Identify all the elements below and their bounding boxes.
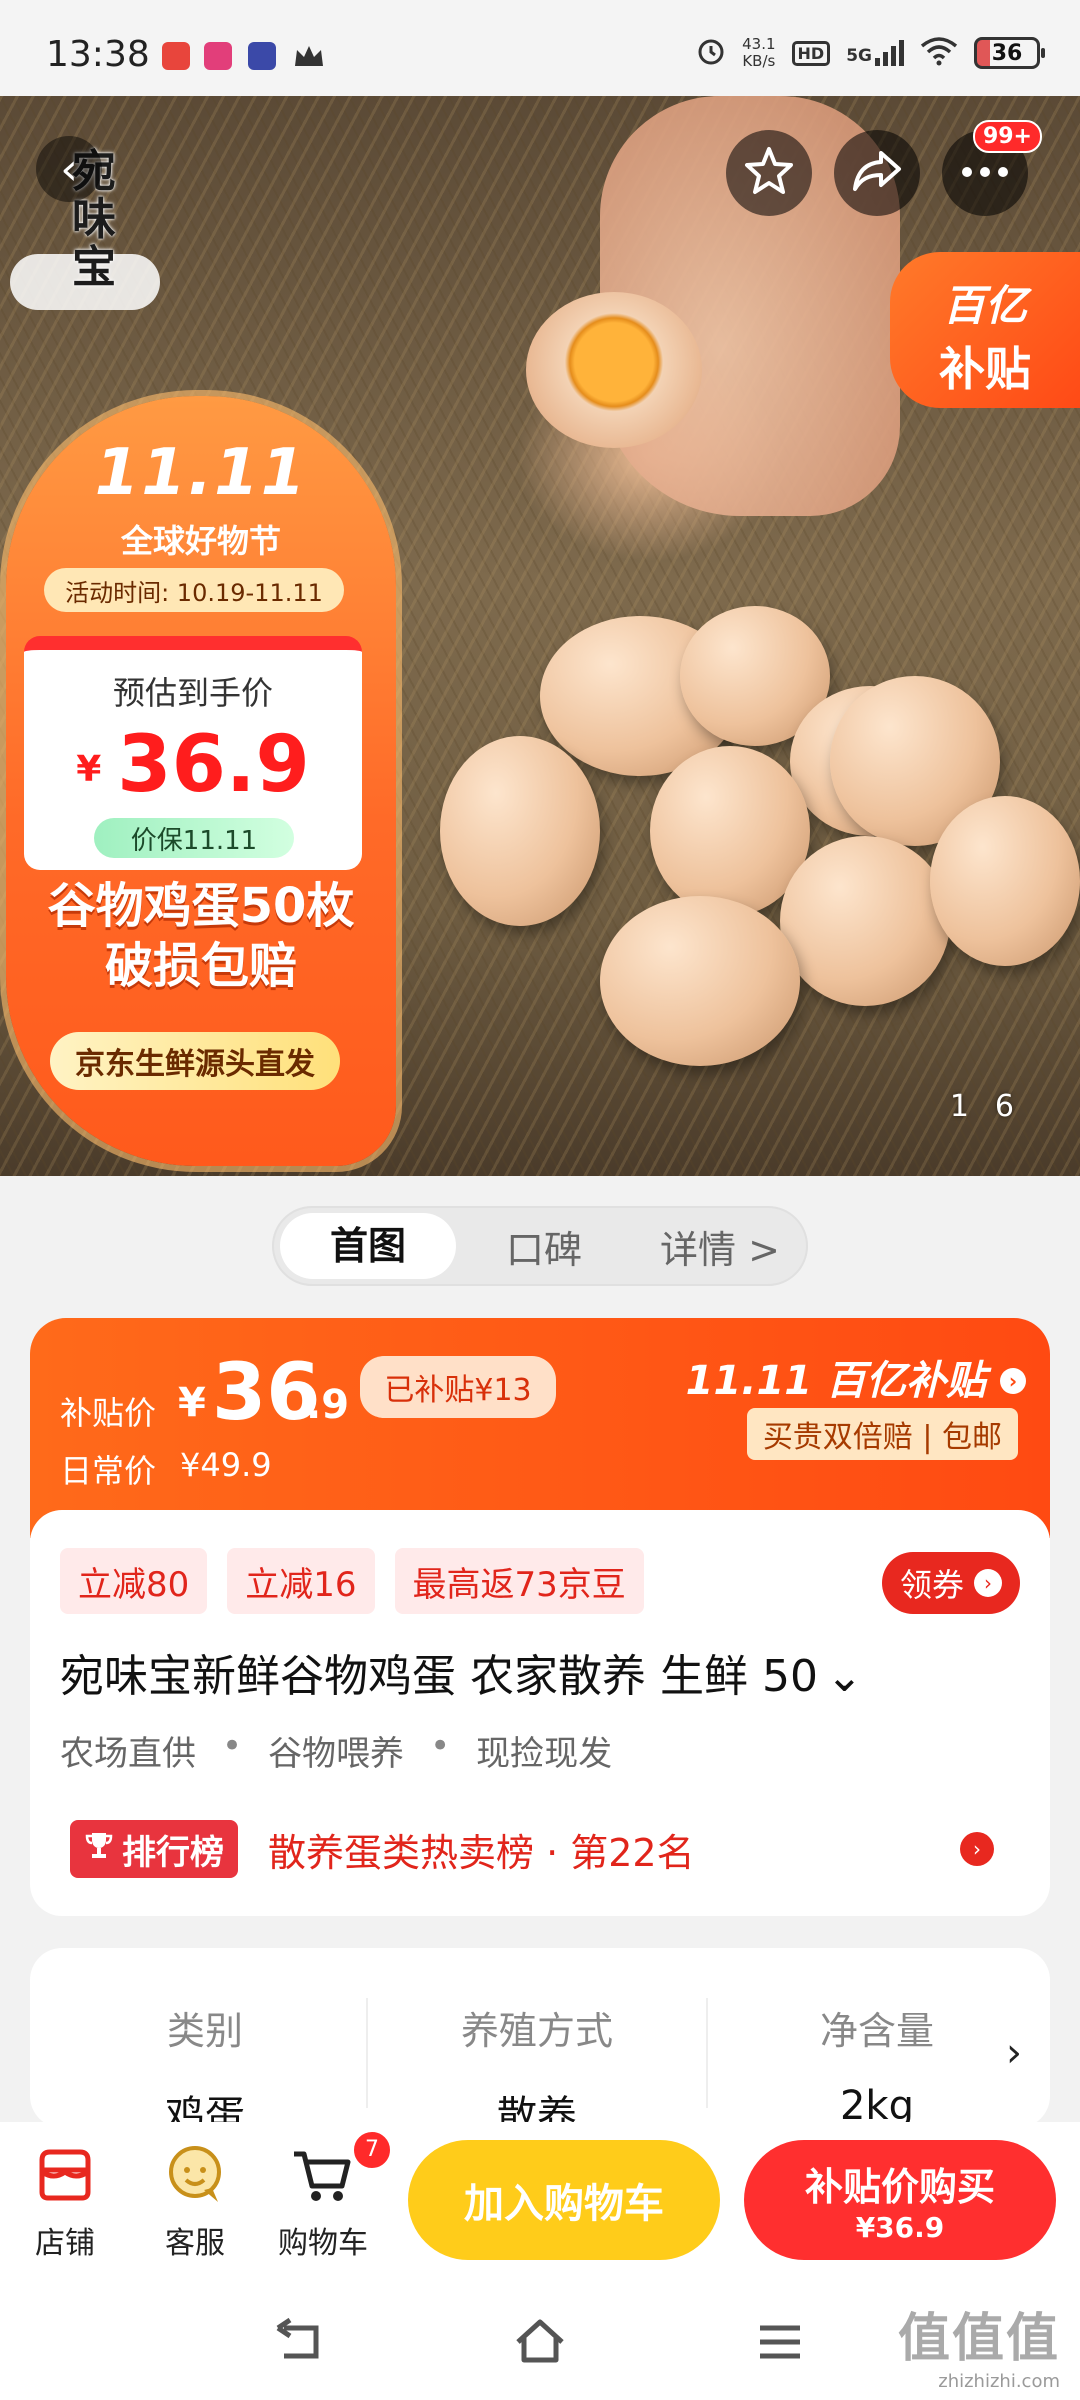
alarm-icon xyxy=(696,36,726,70)
chevron-right-icon: › xyxy=(974,1569,1002,1597)
store-icon xyxy=(30,2140,100,2210)
spec-item: 养殖方式 散养 xyxy=(460,2009,613,2139)
back-button[interactable]: ‹ xyxy=(36,136,102,202)
customer-service-button[interactable]: 客服 xyxy=(140,2140,250,2262)
status-time: 13:38 xyxy=(46,34,150,75)
cart-count-badge: 7 xyxy=(352,2130,392,2170)
spec-item: 净含量 2kg xyxy=(819,2009,934,2129)
discount-chip[interactable]: 最高返73京豆 xyxy=(394,1548,644,1614)
feature-item: 现捡现发 xyxy=(476,1734,613,1774)
nav-menu-icon[interactable] xyxy=(750,2312,810,2372)
product-image-carousel[interactable]: 宛味宝 ‹ 99+ 百亿 补贴 11.11 全球好物节 活动时间: 10.19-… xyxy=(0,96,1080,1176)
activity-date: 活动时间: 10.19-11.11 xyxy=(44,568,344,612)
feature-list: 农场直供 • 谷物喂养 • 现捡现发 xyxy=(60,1726,613,1774)
discount-chip[interactable]: 立减16 xyxy=(227,1548,375,1614)
promo-source: 京东生鲜源头直发 xyxy=(50,1032,340,1090)
bottom-action-bar: 店铺 客服 7 购物车 加入购物车 补贴价购买 ¥36.9 xyxy=(0,2122,1080,2282)
egg-image xyxy=(780,836,950,1006)
system-navigation-bar: 值值值 zhizhizhi.com xyxy=(0,2282,1080,2400)
get-coupon-button[interactable]: 领券 › xyxy=(881,1552,1020,1614)
image-pager: 16 xyxy=(949,1089,1040,1124)
favorite-button[interactable] xyxy=(726,130,812,216)
tab-main-image[interactable]: 首图 xyxy=(280,1213,456,1279)
ranking-badge: 排行榜 xyxy=(70,1820,238,1878)
chevron-down-icon: ⌄ xyxy=(825,1651,863,1702)
subsidy-price-label: 补贴价 xyxy=(60,1394,157,1432)
cart-icon: 7 xyxy=(288,2130,392,2210)
buy-now-button[interactable]: 补贴价购买 ¥36.9 xyxy=(744,2140,1056,2260)
feature-item: 农场直供 xyxy=(60,1734,196,1774)
guarantee-tag: 买贵双倍赔 | 包邮 xyxy=(746,1408,1018,1460)
daily-price: ¥49.9 xyxy=(180,1446,272,1484)
promo-overlay: 11.11 全球好物节 活动时间: 10.19-11.11 预估到手价 ¥36.… xyxy=(6,396,396,1166)
battery-indicator: 36 xyxy=(974,37,1045,69)
share-button[interactable] xyxy=(834,130,920,216)
ranking-row[interactable]: 排行榜 散养蛋类热卖榜 · 第22名 xyxy=(70,1820,695,1878)
festival-name: 全球好物节 xyxy=(120,522,281,560)
ranking-text: 散养蛋类热卖榜 · 第22名 xyxy=(268,1830,695,1875)
more-button[interactable]: 99+ xyxy=(942,120,1042,216)
product-title[interactable]: 宛味宝新鲜谷物鸡蛋 农家散养 生鲜 50 ⌄ xyxy=(60,1640,1020,1704)
chevron-right-icon[interactable]: › xyxy=(960,1832,994,1866)
subsidy-price: 36 xyxy=(212,1348,321,1438)
subsidized-amount-tag: 已补贴¥13 xyxy=(360,1356,556,1418)
chevron-right-icon[interactable]: › xyxy=(1006,2030,1022,2076)
notification-app-icon xyxy=(162,42,190,70)
customer-service-icon xyxy=(160,2140,230,2210)
chevron-right-icon: › xyxy=(1000,1368,1026,1394)
estimated-price-card: 预估到手价 ¥36.9 价保11.11 xyxy=(24,636,362,870)
crown-icon xyxy=(292,42,326,70)
status-bar: 13:38 43.1 KB/s HD 5G 36 xyxy=(0,0,1080,96)
product-info-card: 立减80 立减16 最高返73京豆 领券 › 宛味宝新鲜谷物鸡蛋 农家散养 生鲜… xyxy=(30,1510,1050,1916)
share-icon xyxy=(851,145,903,201)
subsidy-price-banner: 补贴价 ¥ 36 .9 已补贴¥13 日常价 ¥49.9 11.11 百亿补贴 … xyxy=(30,1318,1050,1538)
notification-app-icon xyxy=(204,42,232,70)
double-eleven-logo: 11.11 xyxy=(94,436,308,510)
store-button[interactable]: 店铺 xyxy=(10,2140,120,2262)
wifi-icon xyxy=(920,36,958,70)
message-badge: 99+ xyxy=(972,120,1042,153)
subsidy-program-link[interactable]: 11.11 百亿补贴 › xyxy=(686,1348,1026,1406)
egg-image xyxy=(930,796,1080,966)
nav-home-icon[interactable] xyxy=(510,2312,570,2372)
tab-reviews[interactable]: 口碑 xyxy=(456,1219,632,1274)
cracked-egg-image xyxy=(526,292,702,448)
spec-card[interactable]: 类别 鸡蛋 养殖方式 散养 净含量 2kg › xyxy=(30,1948,1050,2139)
egg-image xyxy=(440,736,600,926)
promo-headline: 谷物鸡蛋50枚 破损包赔 xyxy=(47,878,355,994)
watermark: 值值值 zhizhizhi.com xyxy=(897,2309,1060,2392)
egg-image xyxy=(600,896,800,1066)
subsidy-corner-badge: 百亿 补贴 xyxy=(890,252,1080,408)
nav-back-icon[interactable] xyxy=(270,2312,330,2372)
daily-price-label: 日常价 xyxy=(60,1452,157,1490)
tab-details[interactable]: 详情 > xyxy=(632,1219,808,1274)
discount-chip[interactable]: 立减80 xyxy=(60,1548,208,1614)
back-icon: ‹ xyxy=(60,143,78,195)
hd-indicator: HD xyxy=(791,40,831,66)
section-tabs: 首图 口碑 详情 > xyxy=(272,1206,808,1286)
cart-button[interactable]: 7 购物车 xyxy=(268,2130,392,2262)
discount-chips: 立减80 立减16 最高返73京豆 xyxy=(60,1548,644,1614)
price-guard-tag: 价保11.11 xyxy=(94,818,294,858)
network-speed: 43.1 KB/s xyxy=(742,35,776,70)
notification-app-icon xyxy=(248,42,276,70)
trophy-icon xyxy=(84,1829,114,1869)
more-icon xyxy=(959,164,1011,183)
add-to-cart-button[interactable]: 加入购物车 xyxy=(408,2140,720,2260)
star-icon xyxy=(743,145,795,201)
feature-item: 谷物喂养 xyxy=(268,1734,405,1774)
spec-item: 类别 鸡蛋 xyxy=(165,2009,245,2139)
signal-icon: 5G xyxy=(846,40,904,66)
